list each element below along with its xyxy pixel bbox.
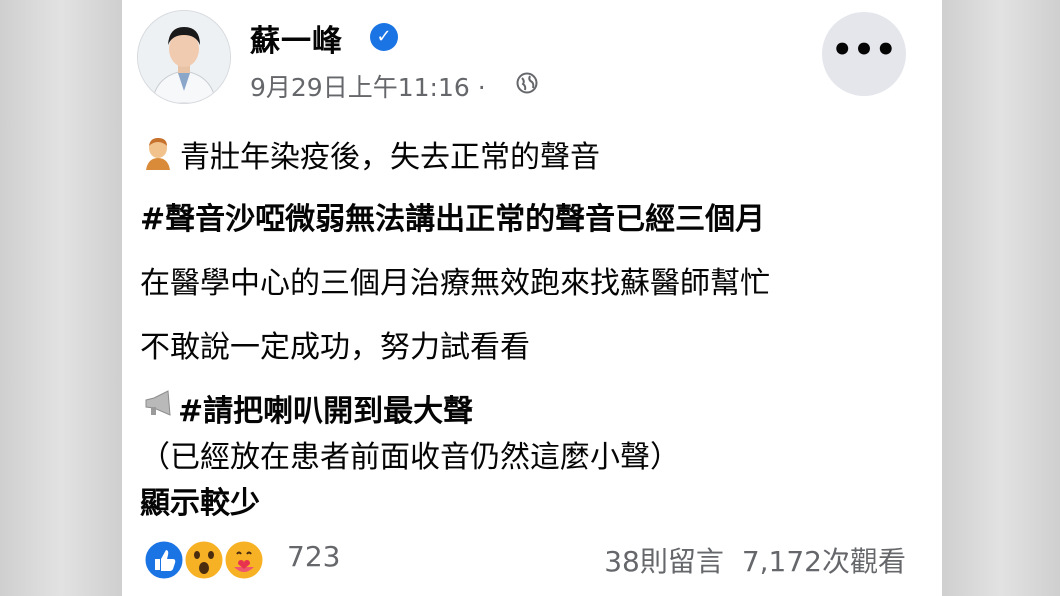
post-timestamp[interactable]: 9月29日上午11:16 · [250,68,486,104]
reaction-count[interactable]: 723 [287,540,340,573]
avatar[interactable] [137,10,231,104]
person-emoji-icon [146,138,170,170]
see-less-link[interactable]: 顯示較少 [140,478,260,522]
comments-count[interactable]: 38則留言 [604,545,724,578]
post-card: 蘇一峰 ✓ 9月29日上午11:16 · ••• 青壯年染疫後，失去正常的聲音 … [122,0,942,596]
more-options-button[interactable]: ••• [822,12,906,96]
post-hashtag-2[interactable]: #請把喇叭開到最大聲 [178,386,473,430]
megaphone-emoji-icon [145,390,171,416]
post-hashtag-1[interactable]: #聲音沙啞微弱無法講出正常的聲音已經三個月 [140,194,765,238]
views-count[interactable]: 7,172次觀看 [742,545,906,578]
like-reaction-icon [142,538,186,582]
verified-badge-icon: ✓ [370,23,398,51]
wow-reaction-icon [182,538,226,582]
author-name[interactable]: 蘇一峰 [250,16,343,60]
avatar-image [138,11,230,103]
globe-icon [516,72,538,94]
blurred-background-right [942,0,1060,596]
post-stats: 38則留言 7,172次觀看 [586,540,906,580]
post-line-4: 不敢說一定成功，努力試看看 [140,330,530,365]
post-line-3: 在醫學中心的三個月治療無效跑來找蘇醫師幫忙 [140,266,770,301]
reaction-icons[interactable] [142,537,272,583]
blurred-background-left [0,0,122,596]
care-reaction-icon [222,538,266,582]
post-line-1: 青壯年染疫後，失去正常的聲音 [180,140,600,175]
post-line-6: （已經放在患者前面收音仍然這麼小聲） [140,440,680,475]
